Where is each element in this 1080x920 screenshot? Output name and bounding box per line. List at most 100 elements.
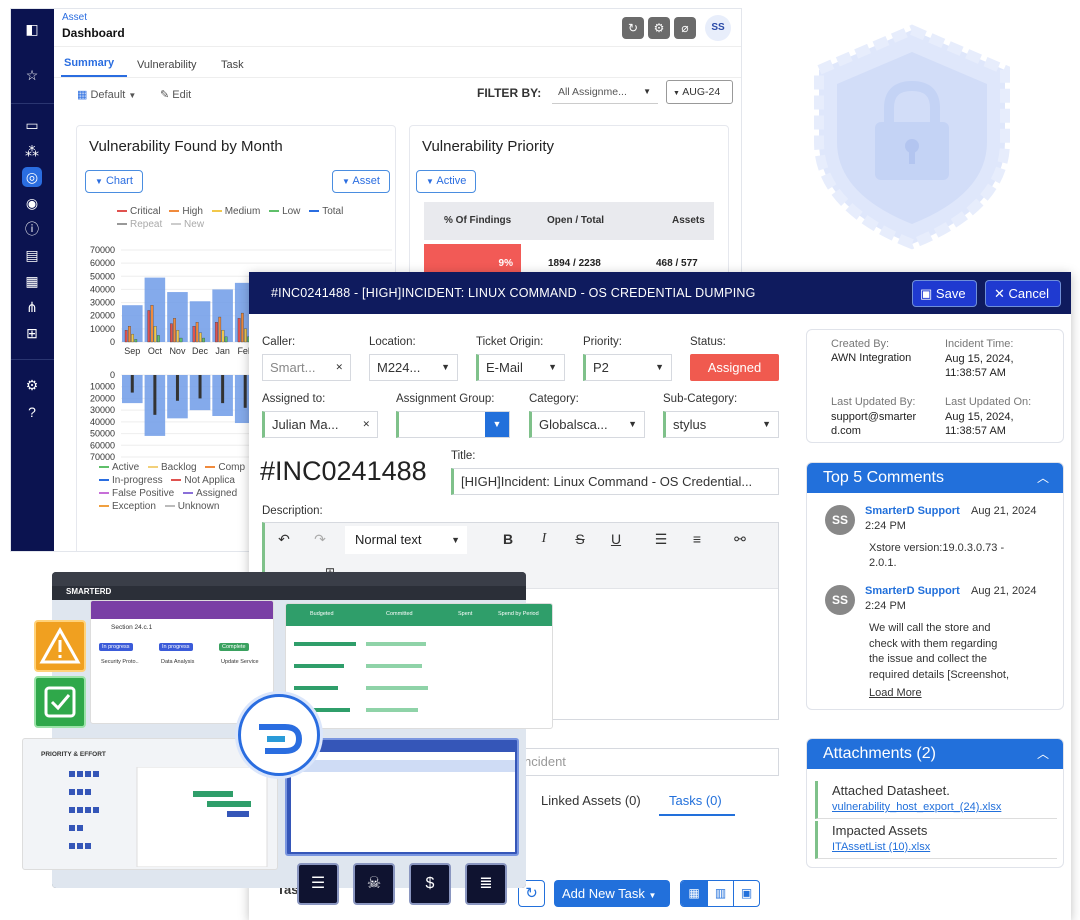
undo-icon[interactable]: ↶ (271, 526, 297, 552)
y-tick-label: 20000 (90, 311, 115, 321)
comment-author[interactable]: SmarterD Support (865, 505, 960, 517)
grid-view-icon[interactable]: ▦ (681, 881, 707, 906)
calendar-view-icon[interactable]: ▣ (733, 881, 759, 906)
vuln-priority-title: Vulnerability Priority (422, 138, 554, 155)
legend-unknown[interactable]: Unknown (178, 501, 220, 512)
date-filter-select[interactable]: ▼ AUG-24 (666, 80, 733, 104)
legend-low[interactable]: Low (282, 206, 300, 217)
category-select[interactable]: Globalsca... ▼ (529, 411, 645, 438)
title-field[interactable]: [HIGH]Incident: Linux Command - OS Crede… (451, 468, 779, 495)
status-badge[interactable]: Assigned (690, 354, 779, 381)
legend-not-applicable[interactable]: Not Applica (184, 475, 235, 486)
strikethrough-icon[interactable]: S (567, 526, 593, 552)
priority-select[interactable]: P2 ▼ (583, 354, 672, 381)
tab-linked-assets[interactable]: Linked Assets (0) (541, 793, 641, 808)
bullet-list-icon[interactable]: ≡ (684, 526, 710, 552)
comments-header[interactable]: Top 5 Comments ︿ (807, 463, 1063, 493)
tab-summary[interactable]: Summary (64, 57, 114, 69)
y-tick-label: 20000 (90, 393, 115, 403)
avatar[interactable]: SS (705, 15, 731, 41)
inbox-icon[interactable]: ▭ (22, 115, 42, 135)
updated-by-label: Last Updated By: (831, 396, 916, 408)
y-tick-label: 70000 (90, 452, 115, 461)
y-tick-label: 70000 (90, 245, 115, 255)
edit-button[interactable]: ✎ Edit (160, 88, 191, 101)
ticket-origin-select[interactable]: E-Mail ▼ (476, 354, 565, 381)
save-button[interactable]: ▣ Save (912, 280, 977, 307)
clear-icon[interactable]: ✕ (362, 412, 370, 437)
chevron-down-icon: ▼ (673, 90, 680, 97)
bar-high (218, 316, 222, 343)
legend-repeat[interactable]: Repeat (130, 219, 162, 230)
gear-icon[interactable]: ⚙ (22, 375, 42, 395)
ordered-list-icon[interactable]: ☰ (648, 526, 674, 552)
chevron-up-icon[interactable]: ︿ (1037, 463, 1049, 493)
legend-assigned[interactable]: Assigned (196, 488, 237, 499)
load-more-link[interactable]: Load More (869, 687, 922, 699)
refresh-icon[interactable]: ↻ (622, 17, 644, 39)
attachment-file-link[interactable]: vulnerability_host_export_(24).xlsx (832, 801, 1057, 813)
chevron-down-icon[interactable]: ▼ (485, 412, 509, 437)
underline-icon[interactable]: U (603, 526, 629, 552)
italic-icon[interactable]: I (531, 526, 557, 552)
assigned-to-field[interactable]: Julian Ma... ✕ (262, 411, 378, 438)
attachments-header[interactable]: Attachments (2) ︿ (807, 739, 1063, 769)
tab-vulnerability[interactable]: Vulnerability (137, 59, 197, 71)
sub-category-select[interactable]: stylus ▼ (663, 411, 779, 438)
column-view-icon[interactable]: ▥ (707, 881, 733, 906)
settings-icon[interactable]: ⚙ (648, 17, 670, 39)
legend-in-progress[interactable]: In-progress (112, 475, 163, 486)
legend-active[interactable]: Active (112, 462, 139, 473)
clear-icon[interactable]: ✕ (335, 355, 343, 380)
cancel-button[interactable]: ✕ Cancel (985, 280, 1061, 307)
user-circle-icon[interactable]: ◉ (22, 193, 42, 213)
bar-critical (192, 326, 196, 343)
bold-icon[interactable]: B (495, 526, 521, 552)
obscured-field[interactable]: ncident (519, 748, 779, 776)
view-default-button[interactable]: ▦ Default ▼ (77, 88, 136, 101)
assignment-group-select[interactable]: ▼ (396, 411, 510, 438)
legend-exception[interactable]: Exception (112, 501, 156, 512)
breadcrumb[interactable]: Asset (62, 12, 87, 23)
active-filter-button[interactable]: ▼ Active (416, 170, 477, 193)
legend-backlog[interactable]: Backlog (161, 462, 197, 473)
star-icon[interactable]: ☆ (22, 65, 42, 85)
bar-low (202, 337, 205, 343)
legend-total[interactable]: Total (322, 206, 343, 217)
help-icon[interactable]: ? (22, 402, 42, 422)
clipboard-icon[interactable]: ▤ (22, 245, 42, 265)
location-field[interactable]: M224... ▼ (369, 354, 458, 381)
redo-icon[interactable]: ↷ (307, 526, 333, 552)
link-icon[interactable]: ⚯ (727, 526, 753, 552)
vuln-month-title: Vulnerability Found by Month (89, 138, 283, 155)
comment-author[interactable]: SmarterD Support (865, 585, 960, 597)
report-icon[interactable]: ▦ (22, 271, 42, 291)
legend-false-positive[interactable]: False Positive (112, 488, 174, 499)
dollar-icon: $ (409, 863, 451, 905)
clip-icon[interactable]: ⌀ (674, 17, 696, 39)
attachment-file-link[interactable]: ITAssetList (10).xlsx (832, 841, 1057, 853)
legend-new[interactable]: New (184, 219, 204, 230)
chevron-up-icon[interactable]: ︿ (1037, 739, 1049, 769)
nodes-icon[interactable]: ⁂ (22, 141, 42, 161)
tab-tasks[interactable]: Tasks (0) (669, 793, 722, 808)
assignee-filter-select[interactable]: All Assignme... ▼ (552, 80, 658, 104)
legend-medium[interactable]: Medium (225, 206, 261, 217)
priority-table-header: % Of Findings Open / Total Assets (424, 202, 714, 240)
alert-circle-icon[interactable]: ⓘ (22, 219, 42, 239)
legend-critical[interactable]: Critical (130, 206, 161, 217)
bar-active (175, 375, 179, 401)
comment-text: Xstore version:19.0.3.0.73 - 2.0.1. (869, 542, 1005, 569)
legend-high[interactable]: High (182, 206, 203, 217)
chart-toggle-button[interactable]: ▼ Chart (85, 170, 143, 193)
legend-comp[interactable]: Comp (218, 462, 245, 473)
radar-icon[interactable]: ◎ (22, 167, 42, 187)
tab-task[interactable]: Task (221, 59, 244, 71)
text-format-select[interactable]: Normal text ▼ (345, 526, 467, 554)
panel-toggle-icon[interactable]: ◧ (22, 19, 42, 39)
hierarchy-icon[interactable]: ⋔ (22, 297, 42, 317)
apps-icon[interactable]: ⊞ (22, 323, 42, 343)
caller-field[interactable]: Smart... ✕ (262, 354, 351, 381)
asset-toggle-button[interactable]: ▼ Asset (332, 170, 390, 193)
add-new-task-button[interactable]: Add New Task ▼ (554, 880, 670, 907)
